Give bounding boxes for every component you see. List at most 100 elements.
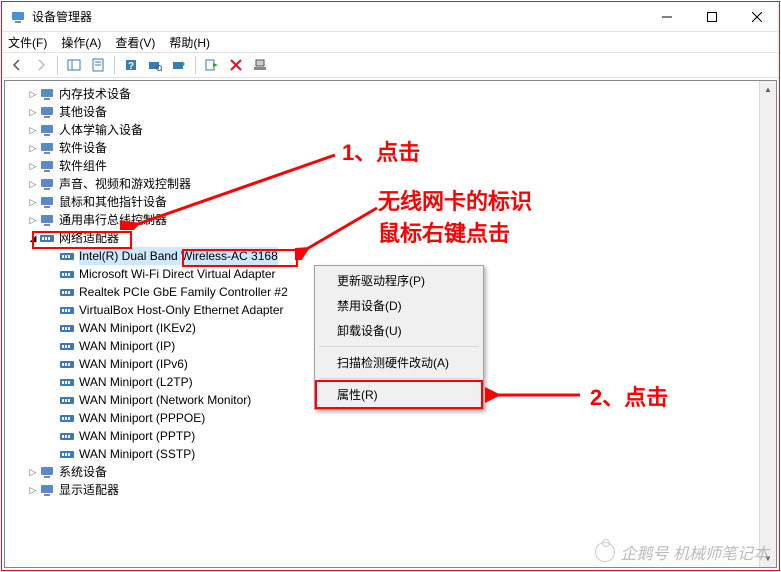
- forward-button[interactable]: [30, 54, 52, 76]
- tree-item-label: 网络适配器: [59, 229, 119, 247]
- minimize-button[interactable]: [644, 2, 689, 31]
- tree-item[interactable]: ▷ 系统设备: [5, 463, 776, 481]
- menu-help[interactable]: 帮助(H): [169, 34, 210, 51]
- tree-item-label: WAN Miniport (PPPOE): [79, 409, 205, 427]
- tree-item-label: 其他设备: [59, 103, 107, 121]
- tree-item-label: 内存技术设备: [59, 85, 131, 103]
- network-adapter-icon: [59, 374, 75, 390]
- tree-item-label: WAN Miniport (IKEv2): [79, 319, 196, 337]
- context-menu-item[interactable]: 卸载设备(U): [317, 318, 481, 343]
- expander-icon[interactable]: ▷: [27, 85, 39, 103]
- network-adapter-icon: [59, 410, 75, 426]
- menu-file[interactable]: 文件(F): [8, 34, 47, 51]
- network-adapter-icon: [59, 392, 75, 408]
- back-button[interactable]: [6, 54, 28, 76]
- tool-scan[interactable]: [144, 54, 166, 76]
- tool-properties[interactable]: [87, 54, 109, 76]
- window-title: 设备管理器: [32, 8, 644, 25]
- expander-icon[interactable]: ▷: [27, 481, 39, 499]
- maximize-button[interactable]: [689, 2, 734, 31]
- network-adapter-icon: [59, 356, 75, 372]
- network-adapter-icon: [59, 320, 75, 336]
- tree-item-network-adapters[interactable]: ◢ 网络适配器: [5, 229, 776, 247]
- penguin-icon: [595, 542, 615, 562]
- expander-icon[interactable]: ▷: [27, 211, 39, 229]
- device-category-icon: [39, 176, 55, 192]
- tree-item[interactable]: ▷ 显示适配器: [5, 481, 776, 499]
- tree-item[interactable]: ▷ 其他设备: [5, 103, 776, 121]
- context-menu-item[interactable]: 属性(R): [315, 380, 483, 409]
- expander-icon[interactable]: ◢: [27, 229, 39, 247]
- tree-item-label: 软件设备: [59, 139, 107, 157]
- watermark: 企鹅号 机械师笔记本: [595, 540, 769, 564]
- context-menu-item[interactable]: 扫描检测硬件改动(A): [317, 350, 481, 375]
- svg-text:?: ?: [128, 61, 134, 72]
- device-category-icon: [39, 122, 55, 138]
- expander-icon[interactable]: ▷: [27, 139, 39, 157]
- device-category-icon: [39, 86, 55, 102]
- device-category-icon: [39, 482, 55, 498]
- tree-item-label: 显示适配器: [59, 481, 119, 499]
- menubar: 文件(F) 操作(A) 查看(V) 帮助(H): [2, 32, 779, 52]
- tree-item-adapter[interactable]: WAN Miniport (SSTP): [5, 445, 776, 463]
- tree-item-label: WAN Miniport (PPTP): [79, 427, 195, 445]
- vertical-scrollbar[interactable]: ▲ ▼: [759, 81, 776, 567]
- titlebar: 设备管理器: [2, 2, 779, 32]
- tree-item-label: Microsoft Wi-Fi Direct Virtual Adapter: [79, 265, 276, 283]
- context-menu-separator: [319, 346, 479, 347]
- tree-item[interactable]: ▷ 人体学输入设备: [5, 121, 776, 139]
- network-adapter-icon: [59, 446, 75, 462]
- close-button[interactable]: [734, 2, 779, 31]
- tree-item[interactable]: ▷ 软件组件: [5, 157, 776, 175]
- network-adapter-icon: [39, 230, 55, 246]
- tree-item-adapter[interactable]: Intel(R) Dual Band Wireless-AC 3168: [5, 247, 776, 265]
- context-menu-separator: [319, 378, 479, 379]
- device-category-icon: [39, 104, 55, 120]
- network-adapter-icon: [59, 428, 75, 444]
- tree-item-label: Intel(R) Dual Band Wireless-AC 3168: [79, 247, 278, 265]
- tree-item-label: WAN Miniport (SSTP): [79, 445, 195, 463]
- tool-update[interactable]: [168, 54, 190, 76]
- tree-item-adapter[interactable]: WAN Miniport (PPTP): [5, 427, 776, 445]
- tool-help[interactable]: ?: [120, 54, 142, 76]
- toolbar: ?: [2, 52, 779, 78]
- network-adapter-icon: [59, 302, 75, 318]
- tree-item-label: 系统设备: [59, 463, 107, 481]
- tree-item[interactable]: ▷ 内存技术设备: [5, 85, 776, 103]
- tree-item[interactable]: ▷ 鼠标和其他指针设备: [5, 193, 776, 211]
- tree-item[interactable]: ▷ 软件设备: [5, 139, 776, 157]
- device-category-icon: [39, 140, 55, 156]
- tree-item-label: 人体学输入设备: [59, 121, 143, 139]
- context-menu-item[interactable]: 更新驱动程序(P): [317, 268, 481, 293]
- tool-show-hide[interactable]: [63, 54, 85, 76]
- menu-action[interactable]: 操作(A): [61, 34, 101, 51]
- tree-item-label: 软件组件: [59, 157, 107, 175]
- tree-item-label: 声音、视频和游戏控制器: [59, 175, 191, 193]
- tree-item[interactable]: ▷ 声音、视频和游戏控制器: [5, 175, 776, 193]
- device-manager-window: 设备管理器 文件(F) 操作(A) 查看(V) 帮助(H) ? ▷ 内存技术设备…: [1, 1, 780, 571]
- network-adapter-icon: [59, 284, 75, 300]
- tree-item-label: 鼠标和其他指针设备: [59, 193, 167, 211]
- tree-item-label: WAN Miniport (L2TP): [79, 373, 193, 391]
- tree-item[interactable]: ▷ 通用串行总线控制器: [5, 211, 776, 229]
- context-menu-item[interactable]: 禁用设备(D): [317, 293, 481, 318]
- menu-view[interactable]: 查看(V): [115, 34, 155, 51]
- expander-icon[interactable]: ▷: [27, 103, 39, 121]
- expander-icon[interactable]: ▷: [27, 157, 39, 175]
- tree-item-label: VirtualBox Host-Only Ethernet Adapter: [79, 301, 284, 319]
- tool-enable[interactable]: [201, 54, 223, 76]
- expander-icon[interactable]: ▷: [27, 463, 39, 481]
- app-icon: [10, 9, 26, 25]
- tree-item-adapter[interactable]: WAN Miniport (PPPOE): [5, 409, 776, 427]
- device-category-icon: [39, 194, 55, 210]
- tree-item-label: Realtek PCIe GbE Family Controller #2: [79, 283, 288, 301]
- network-adapter-icon: [59, 266, 75, 282]
- tool-device[interactable]: [249, 54, 271, 76]
- tree-item-label: 通用串行总线控制器: [59, 211, 167, 229]
- expander-icon[interactable]: ▷: [27, 193, 39, 211]
- tool-uninstall[interactable]: [225, 54, 247, 76]
- expander-icon[interactable]: ▷: [27, 175, 39, 193]
- network-adapter-icon: [59, 248, 75, 264]
- expander-icon[interactable]: ▷: [27, 121, 39, 139]
- scroll-up-arrow[interactable]: ▲: [760, 81, 776, 98]
